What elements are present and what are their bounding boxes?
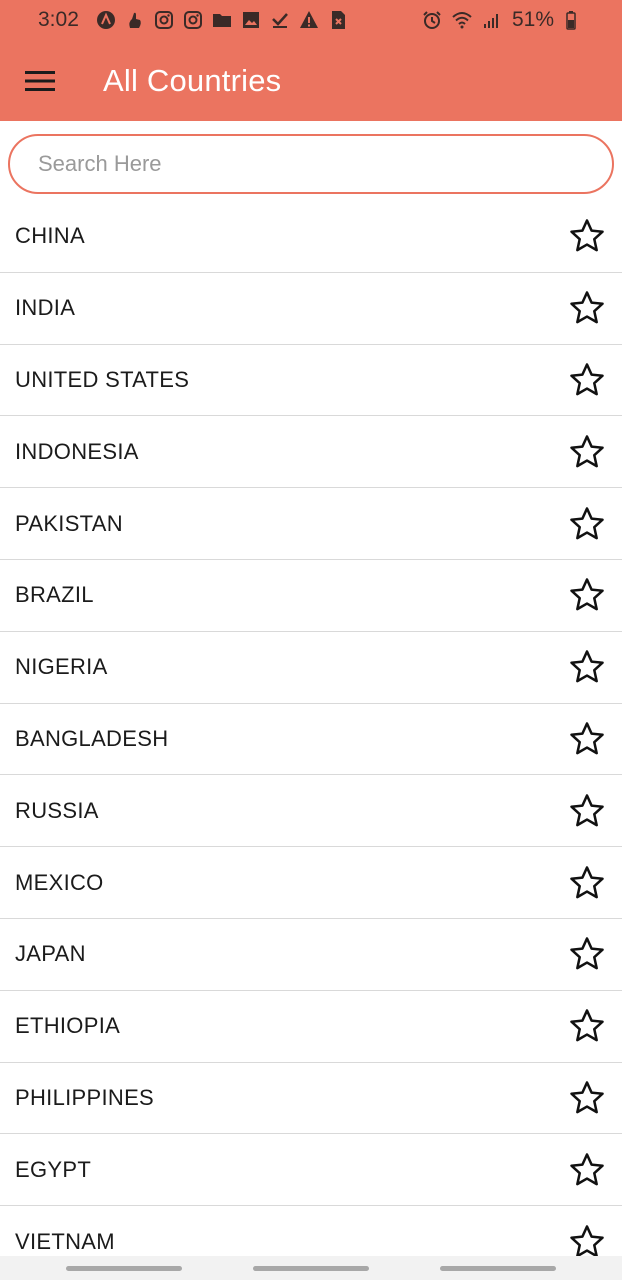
battery-icon — [564, 10, 584, 30]
nav-recents-button[interactable] — [65, 1265, 182, 1271]
favorite-star-icon[interactable] — [566, 574, 608, 616]
status-right: 51% — [422, 8, 584, 32]
signal-icon — [482, 10, 502, 30]
country-name: JAPAN — [15, 941, 86, 967]
country-name: BRAZIL — [15, 582, 94, 608]
alarm-icon — [422, 10, 442, 30]
favorite-star-icon[interactable] — [566, 359, 608, 401]
list-item[interactable]: INDONESIA — [0, 416, 622, 489]
favorite-star-icon[interactable] — [566, 790, 608, 832]
list-item[interactable]: NIGERIA — [0, 632, 622, 704]
list-item[interactable]: JAPAN — [0, 919, 622, 991]
list-item[interactable]: CHINA — [0, 201, 622, 273]
nav-back-button[interactable] — [440, 1265, 557, 1271]
favorite-star-icon[interactable] — [566, 933, 608, 975]
list-item[interactable]: BRAZIL — [0, 560, 622, 632]
country-name: CHINA — [15, 223, 85, 249]
warning-icon — [299, 10, 319, 30]
status-left: 3:02 — [38, 8, 348, 32]
list-item[interactable]: PAKISTAN — [0, 488, 622, 560]
country-name: VIETNAM — [15, 1228, 115, 1254]
favorite-star-icon[interactable] — [566, 862, 608, 904]
folder-icon — [212, 10, 232, 30]
wifi-icon — [452, 10, 472, 30]
country-name: MEXICO — [15, 869, 104, 895]
page-title: All Countries — [103, 62, 282, 98]
country-name: ETHIOPIA — [15, 1013, 121, 1039]
favorite-star-icon[interactable] — [566, 215, 608, 257]
country-list: CHINA INDIA UNITED STATES INDONESIA PAKISTAN… — [0, 201, 622, 1278]
list-item[interactable]: MEXICO — [0, 847, 622, 919]
country-name: NIGERIA — [15, 654, 108, 680]
app-badge-icon — [96, 10, 116, 30]
list-item[interactable]: UNITED STATES — [0, 345, 622, 417]
favorite-star-icon[interactable] — [566, 1149, 608, 1191]
app-screen: 3:02 51% All Countries Search Here CHINA… — [0, 0, 622, 1280]
list-item[interactable]: PHILIPPINES — [0, 1063, 622, 1135]
battery-percent: 51% — [511, 8, 554, 31]
favorite-star-icon[interactable] — [566, 287, 608, 329]
blocked-file-icon — [328, 10, 348, 30]
favorite-star-icon[interactable] — [566, 1077, 608, 1119]
status-bar: 3:02 51% — [0, 0, 622, 40]
list-item[interactable]: INDIA — [0, 273, 622, 345]
app-bar: All Countries — [0, 40, 622, 121]
country-name: PAKISTAN — [15, 510, 123, 536]
instagram-icon — [183, 10, 203, 30]
download-check-icon — [270, 10, 290, 30]
list-item[interactable]: ETHIOPIA — [0, 991, 622, 1063]
country-name: RUSSIA — [15, 797, 99, 823]
country-name: PHILIPPINES — [15, 1084, 155, 1110]
country-name: EGYPT — [15, 1156, 92, 1182]
image-icon — [241, 10, 261, 30]
favorite-star-icon[interactable] — [566, 431, 608, 473]
favorite-star-icon[interactable] — [566, 646, 608, 688]
search-container — [8, 134, 614, 194]
favorite-star-icon[interactable] — [566, 503, 608, 545]
status-time: 3:02 — [38, 8, 79, 31]
country-name: UNITED STATES — [15, 366, 190, 392]
country-name: INDONESIA — [15, 438, 139, 464]
hamburger-menu-icon[interactable] — [10, 51, 70, 111]
country-name: BANGLADESH — [15, 725, 169, 751]
hand-icon — [125, 10, 145, 30]
country-name: INDIA — [15, 295, 76, 321]
nav-home-button[interactable] — [252, 1265, 369, 1271]
list-item[interactable]: BANGLADESH — [0, 704, 622, 776]
system-nav-bar — [0, 1256, 622, 1280]
search-input[interactable] — [8, 134, 614, 194]
list-item[interactable]: RUSSIA — [0, 775, 622, 848]
list-item[interactable]: EGYPT — [0, 1134, 622, 1207]
favorite-star-icon[interactable] — [566, 1005, 608, 1047]
instagram-icon — [154, 10, 174, 30]
favorite-star-icon[interactable] — [566, 718, 608, 760]
